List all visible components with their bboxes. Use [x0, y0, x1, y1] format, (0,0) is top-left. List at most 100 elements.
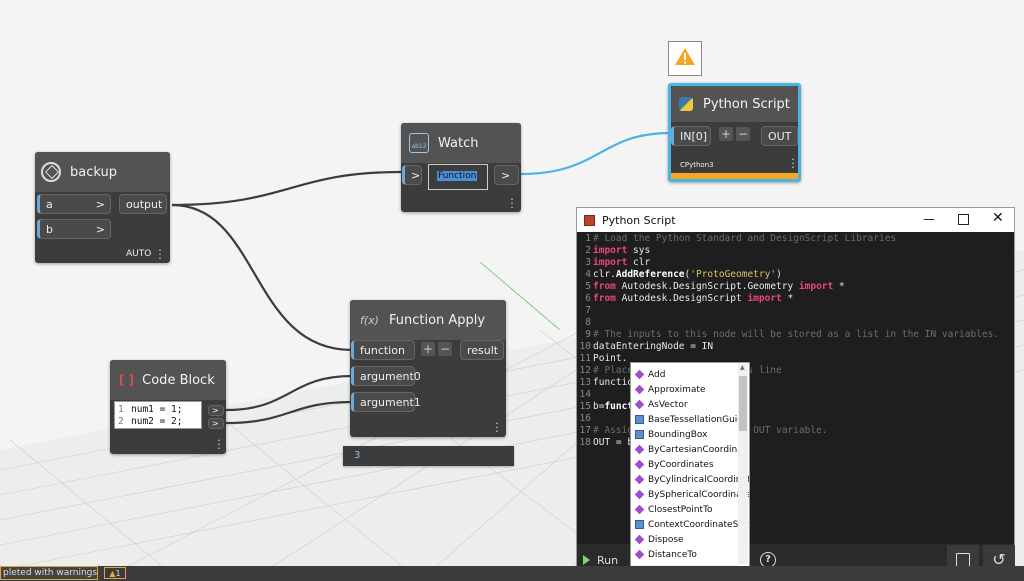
autocomplete-item-label: ClosestPointTo: [648, 504, 713, 515]
warning-count-badge[interactable]: ▲1: [104, 567, 126, 579]
backup-node[interactable]: backup a > b > output AUTO · · ·: [35, 152, 170, 264]
watch-input-port[interactable]: >: [402, 165, 422, 185]
code-block-node[interactable]: [ ] Code Block 1 2 num1 = 1; num2 = 2; >…: [110, 360, 226, 454]
result-output-port[interactable]: result: [460, 340, 504, 360]
code-block-icon: [ ]: [119, 373, 135, 387]
warning-bubble[interactable]: [668, 41, 702, 76]
code-line-1: # Load the Python Standard and DesignScr…: [593, 233, 897, 244]
input-port-b[interactable]: b >: [37, 219, 111, 239]
code-line-2: import sys: [593, 245, 651, 256]
autocomplete-item-label: AsVector: [648, 399, 688, 410]
function-apply-node[interactable]: f(x) Function Apply function argument0 a…: [350, 300, 506, 437]
python-input-port[interactable]: IN[0]: [671, 126, 711, 146]
autocomplete-item-label: DistanceTo: [648, 549, 697, 560]
autocomplete-item[interactable]: ContextCoordinateSyst: [635, 517, 749, 532]
method-icon: [634, 474, 645, 485]
node-title: Code Block: [142, 372, 215, 388]
autocomplete-item-label: ByCartesianCoordinat: [648, 444, 747, 455]
output-port-num2[interactable]: >: [208, 418, 224, 429]
code-line-11: Point.: [593, 353, 628, 364]
autocomplete-item[interactable]: ByCoordinates: [634, 457, 714, 472]
python-output-port[interactable]: OUT: [761, 126, 798, 146]
autocomplete-item-label: BaseTessellationGuid: [648, 414, 743, 425]
output-port-num1[interactable]: >: [208, 405, 224, 416]
python-script-node[interactable]: Python Script IN[0] + − OUT CPython3 · · ·: [668, 83, 801, 182]
autocomplete-item[interactable]: Approximate: [634, 382, 706, 397]
engine-label: CPython3: [680, 161, 714, 169]
run-status[interactable]: pleted with warnings: [0, 566, 98, 580]
autocomplete-item[interactable]: Dispose: [634, 532, 684, 547]
warning-bar: [671, 173, 798, 179]
window-title: Python Script: [602, 213, 676, 227]
code-line-18: OUT = b: [593, 437, 634, 448]
watch-value: Function: [437, 171, 478, 181]
add-input-button[interactable]: +: [421, 342, 435, 356]
input-port-function[interactable]: function: [351, 340, 415, 360]
autocomplete-popup[interactable]: Add Approximate AsVector BaseTessellationGu…: [630, 362, 750, 578]
autocomplete-item[interactable]: AsVector: [634, 397, 688, 412]
autocomplete-item[interactable]: DistanceTo: [634, 547, 697, 562]
method-icon: [634, 489, 645, 500]
autocomplete-scrollbar[interactable]: ▲: [738, 364, 748, 564]
input-port-argument0[interactable]: argument0: [351, 366, 421, 386]
lacing-label: AUTO: [126, 249, 152, 259]
custom-node-icon: [41, 162, 61, 182]
autocomplete-item-label: Dispose: [648, 534, 684, 545]
node-menu-icon[interactable]: · · ·: [216, 435, 222, 454]
node-menu-icon[interactable]: · · ·: [509, 194, 515, 213]
node-title: Watch: [438, 135, 479, 151]
property-icon: [635, 520, 644, 529]
watch-output-port[interactable]: >: [494, 165, 519, 185]
code-line-5: from Autodesk.DesignScript.Geometry impo…: [593, 281, 845, 292]
method-icon: [634, 504, 645, 515]
status-bar: pleted with warnings ▲1: [0, 566, 1024, 581]
play-icon: [583, 555, 590, 565]
input-port-argument1[interactable]: argument1: [351, 392, 421, 412]
code-line-10: dataEnteringNode = IN: [593, 341, 714, 352]
close-button[interactable]: ✕: [992, 210, 1004, 226]
autocomplete-item[interactable]: ByCartesianCoordinat: [634, 442, 747, 457]
node-menu-icon[interactable]: · · ·: [790, 154, 796, 173]
minimize-button[interactable]: —: [923, 212, 935, 226]
node-title: Python Script: [703, 96, 790, 112]
preview-value: 3: [354, 450, 361, 461]
autocomplete-item[interactable]: ByCylindricalCoordinat: [634, 472, 749, 487]
method-icon: [634, 444, 645, 455]
code-line-13: functio: [593, 377, 634, 388]
autocomplete-item[interactable]: BySphericalCoordinate: [634, 487, 749, 502]
watch-icon: ab12: [409, 133, 429, 153]
method-icon: [634, 549, 645, 560]
run-label: Run: [597, 553, 619, 567]
output-port[interactable]: output: [119, 194, 167, 214]
autocomplete-item-label: BoundingBox: [648, 429, 708, 440]
code-editor[interactable]: 1 2 num1 = 1; num2 = 2;: [114, 401, 202, 429]
remove-input-button[interactable]: −: [438, 342, 452, 356]
method-icon: [634, 459, 645, 470]
property-icon: [635, 415, 644, 424]
maximize-button[interactable]: [958, 214, 969, 225]
autocomplete-item[interactable]: BaseTessellationGuid: [635, 412, 743, 427]
function-apply-preview: 3: [343, 446, 514, 466]
add-input-button[interactable]: +: [719, 127, 733, 141]
autocomplete-item[interactable]: ClosestPointTo: [634, 502, 713, 517]
dynamo-app-icon: [584, 214, 595, 226]
autocomplete-item[interactable]: Add: [634, 367, 665, 382]
autocomplete-item-label: ByCoordinates: [648, 459, 714, 470]
input-port-a[interactable]: a >: [37, 194, 111, 214]
method-icon: [634, 369, 645, 380]
window-title-bar[interactable]: Python Script — ✕: [577, 208, 1014, 232]
python-logo-icon: [679, 97, 693, 111]
remove-input-button[interactable]: −: [736, 127, 750, 141]
autocomplete-item-label: Approximate: [648, 384, 706, 395]
node-menu-icon[interactable]: · · ·: [494, 418, 500, 437]
node-title: Function Apply: [388, 312, 486, 328]
code-line-6: from Autodesk.DesignScript import *: [593, 293, 794, 304]
watch-value-box: Function: [428, 164, 488, 190]
warning-icon: [675, 48, 695, 65]
method-icon: [634, 384, 645, 395]
watch-node[interactable]: ab12 Watch > Function > · · ·: [401, 123, 521, 213]
property-icon: [635, 430, 644, 439]
node-menu-icon[interactable]: · · ·: [157, 245, 163, 264]
autocomplete-item[interactable]: BoundingBox: [635, 427, 707, 442]
method-icon: [634, 534, 645, 545]
